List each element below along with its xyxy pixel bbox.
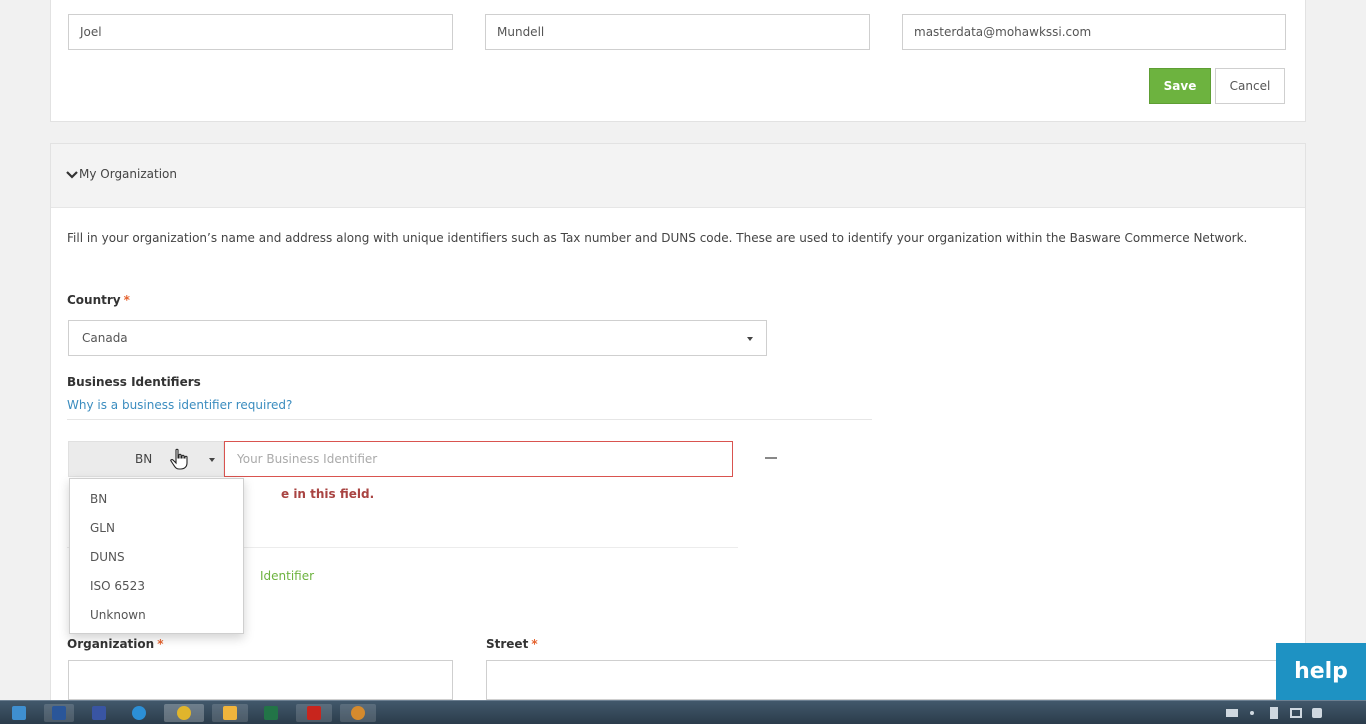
first-name-field[interactable]: Joel <box>68 14 453 50</box>
app-icon <box>351 706 365 720</box>
section-description: Fill in your organization’s name and add… <box>67 231 1248 245</box>
system-tray <box>1198 706 1358 720</box>
business-identifiers-label: Business Identifiers <box>67 375 201 389</box>
section-header[interactable]: My Organization <box>51 144 1305 208</box>
save-button[interactable]: Save <box>1149 68 1211 104</box>
network-icon[interactable] <box>1290 708 1302 718</box>
dropdown-option[interactable]: DUNS <box>70 547 243 576</box>
word-icon[interactable] <box>44 704 74 722</box>
excel-icon <box>264 706 278 720</box>
identifier-type-select[interactable]: BN <box>68 441 224 477</box>
volume-icon[interactable] <box>1312 708 1322 718</box>
dropdown-option[interactable]: GLN <box>70 518 243 547</box>
identifier-type-dropdown: BN GLN DUNS ISO 6523 Unknown <box>69 478 244 634</box>
dropdown-option[interactable]: BN <box>70 489 243 518</box>
contact-card: Joel Mundell masterdata@mohawkssi.com Sa… <box>50 0 1306 122</box>
why-identifier-link[interactable]: Why is a business identifier required? <box>67 398 292 412</box>
ie-icon <box>132 706 146 720</box>
identifier-type-value: BN <box>135 452 153 466</box>
ie-icon[interactable] <box>124 704 154 722</box>
keyboard-icon[interactable] <box>1226 709 1238 717</box>
required-marker: * <box>157 637 164 651</box>
dropdown-option[interactable]: Unknown <box>70 605 243 634</box>
street-input[interactable] <box>486 660 1286 700</box>
tray-arrow-icon[interactable] <box>1250 711 1254 715</box>
caret-down-icon <box>747 337 753 341</box>
app-icon[interactable] <box>340 704 376 722</box>
chevron-down-icon <box>66 171 78 179</box>
business-identifier-input[interactable] <box>224 441 733 477</box>
acrobat-icon[interactable] <box>296 704 332 722</box>
last-name-field[interactable]: Mundell <box>485 14 870 50</box>
acrobat-icon <box>307 706 321 720</box>
flag-icon[interactable] <box>1270 707 1278 719</box>
required-marker: * <box>123 293 130 307</box>
validation-error: e in this field. <box>281 487 375 501</box>
hand-cursor-icon <box>170 448 188 470</box>
visio-icon <box>92 706 106 720</box>
windows-start-icon[interactable] <box>4 704 34 722</box>
remove-identifier-icon[interactable] <box>765 457 777 459</box>
country-value: Canada <box>82 331 128 345</box>
country-select[interactable]: Canada <box>68 320 767 356</box>
word-icon <box>52 706 66 720</box>
organization-input[interactable] <box>68 660 453 700</box>
country-label: Country * <box>67 293 130 307</box>
section-title: My Organization <box>79 167 177 181</box>
add-identifier-link[interactable]: Identifier <box>260 569 314 583</box>
windows-start-icon <box>12 706 26 720</box>
excel-icon[interactable] <box>256 704 286 722</box>
caret-down-icon <box>209 458 215 462</box>
dropdown-option[interactable]: ISO 6523 <box>70 576 243 605</box>
chrome-icon[interactable] <box>164 704 204 722</box>
outlook-icon <box>223 706 237 720</box>
street-label: Street * <box>486 637 538 651</box>
visio-icon[interactable] <box>84 704 114 722</box>
email-field[interactable]: masterdata@mohawkssi.com <box>902 14 1286 50</box>
divider <box>67 419 872 420</box>
required-marker: * <box>531 637 538 651</box>
outlook-icon[interactable] <box>212 704 248 722</box>
help-button[interactable]: help <box>1276 643 1366 701</box>
chrome-icon <box>177 706 191 720</box>
taskbar <box>0 700 1366 724</box>
organization-label: Organization * <box>67 637 164 651</box>
cancel-button[interactable]: Cancel <box>1215 68 1285 104</box>
